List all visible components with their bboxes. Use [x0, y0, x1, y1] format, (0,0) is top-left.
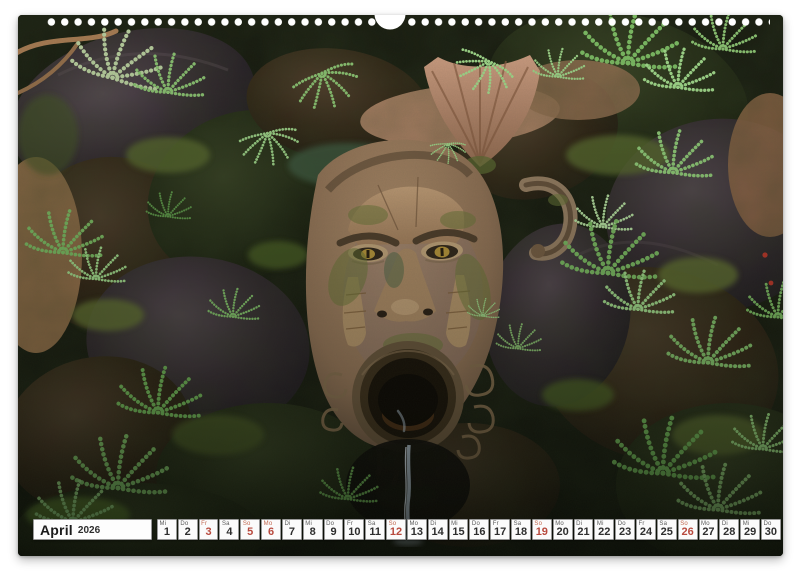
- calendar-day-cell: Sa 25: [657, 519, 677, 540]
- calendar-day-cell: Sa 11: [365, 519, 385, 540]
- calendar-day-cell: Di 14: [428, 519, 448, 540]
- calendar-day-cell: Fr 10: [344, 519, 364, 540]
- calendar-day-cell: Mi 22: [594, 519, 614, 540]
- day-number: 12: [387, 527, 405, 538]
- day-number: 7: [283, 527, 301, 538]
- day-number: 20: [554, 527, 572, 538]
- day-number: 30: [762, 527, 780, 538]
- day-number: 9: [325, 527, 343, 538]
- calendar-day-cell: Di 21: [574, 519, 594, 540]
- day-number: 1: [158, 527, 176, 538]
- day-number: 8: [304, 527, 322, 538]
- photo-artwork: [18, 15, 783, 556]
- day-number: 23: [616, 527, 634, 538]
- calendar-day-cell: So 19: [532, 519, 552, 540]
- month-label-box: April 2026: [33, 519, 152, 540]
- day-number: 24: [637, 527, 655, 538]
- calendar-day-cell: Sa 4: [219, 519, 239, 540]
- calendar-day-cell: Mo 20: [553, 519, 573, 540]
- calendar-strip: April 2026 Mi 1 Do 2 Fr: [18, 519, 783, 540]
- day-number: 5: [241, 527, 259, 538]
- year-label: 2026: [78, 523, 100, 536]
- calendar-day-cell: Do 9: [324, 519, 344, 540]
- calendar-day-cell: Do 30: [761, 519, 781, 540]
- calendar-day-cell: Mi 1: [157, 519, 177, 540]
- day-number: 28: [720, 527, 738, 538]
- day-number: 27: [700, 527, 718, 538]
- day-number: 21: [575, 527, 593, 538]
- day-number: 26: [679, 527, 697, 538]
- day-number: 6: [262, 527, 280, 538]
- calendar-day-cell: So 26: [678, 519, 698, 540]
- calendar-day-cell: Do 23: [615, 519, 635, 540]
- day-number: 17: [491, 527, 509, 538]
- calendar-day-cell: Mo 6: [261, 519, 281, 540]
- month-name: April: [40, 522, 73, 538]
- calendar-day-cell: Di 7: [282, 519, 302, 540]
- day-number: 14: [429, 527, 447, 538]
- calendar-day-cell: Mo 27: [699, 519, 719, 540]
- calendar-day-cell: So 5: [240, 519, 260, 540]
- calendar-page: April 2026 Mi 1 Do 2 Fr: [18, 15, 783, 556]
- day-number: 22: [595, 527, 613, 538]
- binding-holes: [44, 15, 770, 29]
- day-number: 11: [366, 527, 384, 538]
- calendar-days-row: Mi 1 Do 2 Fr 3 Sa 4: [157, 519, 781, 540]
- calendar-day-cell: Mo 13: [407, 519, 427, 540]
- day-number: 2: [179, 527, 197, 538]
- day-number: 13: [408, 527, 426, 538]
- day-number: 15: [450, 527, 468, 538]
- day-number: 29: [741, 527, 759, 538]
- day-number: 16: [470, 527, 488, 538]
- calendar-day-cell: So 12: [386, 519, 406, 540]
- calendar-day-cell: Do 2: [178, 519, 198, 540]
- day-number: 4: [220, 527, 238, 538]
- calendar-day-cell: Mi 15: [449, 519, 469, 540]
- calendar-day-cell: Fr 17: [490, 519, 510, 540]
- day-number: 18: [512, 527, 530, 538]
- calendar-day-cell: Mi 8: [303, 519, 323, 540]
- calendar-day-cell: Sa 18: [511, 519, 531, 540]
- day-number: 3: [200, 527, 218, 538]
- day-number: 19: [533, 527, 551, 538]
- calendar-day-cell: Di 28: [719, 519, 739, 540]
- calendar-product-photo: April 2026 Mi 1 Do 2 Fr: [0, 0, 800, 577]
- calendar-day-cell: Mi 29: [740, 519, 760, 540]
- day-number: 10: [345, 527, 363, 538]
- calendar-day-cell: Do 16: [469, 519, 489, 540]
- day-number: 25: [658, 527, 676, 538]
- calendar-day-cell: Fr 3: [199, 519, 219, 540]
- calendar-day-cell: Fr 24: [636, 519, 656, 540]
